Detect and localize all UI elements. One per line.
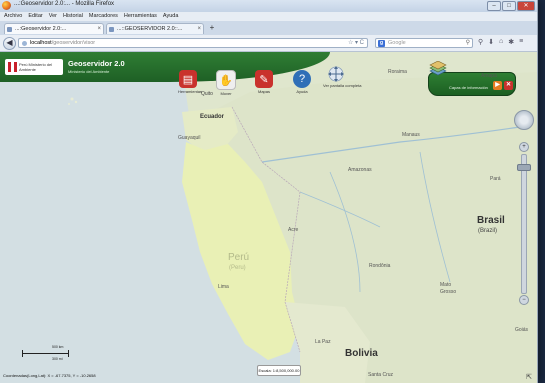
map-label: Amazonas [348, 167, 372, 173]
close-icon[interactable]: ✕ [504, 81, 513, 90]
window-title: ...:Geoservidor 2.0:... - Mozilla Firefo… [14, 1, 115, 7]
map-label: Mato Grosso [440, 282, 457, 295]
play-icon[interactable]: ▶ [493, 81, 502, 90]
scale-top-label: 500 km [52, 345, 64, 349]
tab-bar: ...:Geoservidor 2.0:... × ...::GEOSERVID… [0, 21, 537, 35]
coordinates-readout: Coordenadas(Long,Lat): X = -67.7375, Y =… [3, 373, 96, 378]
title-bar: ...:Geoservidor 2.0:... - Mozilla Firefo… [0, 0, 537, 12]
zoom-slider-handle[interactable] [517, 164, 531, 171]
pan-button[interactable]: ✋ Mover [216, 70, 236, 96]
app-title: Geoservidor 2.0 [68, 59, 125, 68]
fullscreen-button[interactable]: Ver pantalla completa [323, 65, 361, 101]
zoom-control: + − [513, 108, 534, 328]
close-tab-icon[interactable]: × [97, 24, 101, 34]
search-input[interactable]: Google [388, 40, 406, 46]
scale-tick [68, 350, 69, 357]
map-label: Acre [288, 227, 299, 233]
map-label: Rondônia [369, 263, 391, 269]
map-label: Ecuador [200, 114, 225, 120]
home-icon[interactable]: ⌂ [499, 38, 503, 46]
map-label: (Peru) [229, 265, 246, 271]
search-bar[interactable]: g Google ⚲ [375, 38, 473, 48]
url-text: localhost/geoservidor/visor [30, 40, 96, 46]
toolbox-icon: ▤ [179, 70, 197, 88]
map-label: Guayaquil [178, 135, 201, 141]
layers-panel[interactable]: Capas de información ▶ ✕ [428, 61, 516, 96]
map-label: Brasil [477, 215, 505, 226]
layers-stack-icon [429, 61, 447, 76]
pan-control-icon[interactable] [514, 110, 534, 130]
ministry-logo: Perú Ministerio del Ambiente [5, 59, 63, 75]
expand-corner-icon[interactable]: ⇱ [525, 374, 533, 382]
close-tab-icon[interactable]: × [197, 24, 201, 34]
tab-label: ...:Geoservidor 2.0:... [15, 26, 67, 32]
map-label: Santa Cruz [368, 372, 394, 378]
base-map[interactable] [0, 52, 537, 383]
addon-icon[interactable]: ✱ [508, 38, 514, 46]
window-controls: – □ ✕ [487, 1, 535, 11]
map-label: (Brazil) [478, 228, 497, 234]
scale-bottom-label: 300 mi [52, 357, 63, 361]
search-icon[interactable]: ⚲ [466, 39, 470, 48]
logo-text: Perú Ministerio del Ambiente [19, 62, 53, 72]
zoom-in-button[interactable]: + [519, 142, 529, 152]
menu-historial[interactable]: Historial [63, 12, 83, 21]
map-label: La Paz [315, 339, 331, 345]
help-icon: ? [293, 70, 311, 88]
maps-button[interactable]: ✎ Mapas [254, 70, 274, 94]
maps-icon: ✎ [255, 70, 273, 88]
close-button[interactable]: ✕ [517, 1, 535, 11]
map-label: Perú [228, 252, 250, 263]
zoom-out-button[interactable]: − [519, 295, 529, 305]
zoom-slider-track[interactable] [521, 154, 527, 294]
maximize-button[interactable]: □ [502, 1, 516, 11]
download-icon[interactable]: ⬇ [488, 38, 494, 46]
menu-bar: Archivo Editar Ver Historial Marcadores … [0, 12, 537, 21]
help-button[interactable]: ? Ayuda [292, 70, 312, 94]
bookmark-star-icon[interactable]: ☆ ▾ C [348, 39, 364, 48]
scale-tick [22, 350, 23, 357]
scale-bar: 500 km 300 mi [22, 345, 72, 361]
map-label: Goiás [515, 327, 529, 333]
map-label: Quito [201, 91, 213, 97]
search-icon[interactable]: ⚲ [478, 38, 483, 46]
minimize-button[interactable]: – [487, 1, 501, 11]
browser-window: ...:Geoservidor 2.0:... - Mozilla Firefo… [0, 0, 538, 383]
menu-archivo[interactable]: Archivo [4, 12, 22, 21]
map-label: Pará [490, 176, 501, 182]
scale-line [22, 353, 68, 354]
fullscreen-arrows-icon [327, 65, 345, 83]
map-label: Manaus [402, 132, 420, 138]
globe-icon [22, 41, 27, 46]
tab-label: ...::GEOSERVIDOR 2.0::... [117, 26, 183, 32]
menu-icon[interactable]: ≡ [519, 38, 523, 46]
map-viewport[interactable]: Perú Ministerio del Ambiente Geoservidor… [0, 52, 537, 383]
tools-button[interactable]: ▤ Herramientas [178, 70, 202, 94]
map-label: Roraima [388, 69, 407, 75]
map-label: Amapá [481, 73, 497, 79]
back-button[interactable]: ◀ [3, 37, 16, 50]
peru-flag-icon [8, 62, 17, 72]
menu-ver[interactable]: Ver [49, 12, 57, 21]
url-bar[interactable]: localhost/geoservidor/visor ☆ ▾ C [18, 38, 368, 48]
navigation-bar: ◀ localhost/geoservidor/visor ☆ ▾ C g Go… [0, 35, 537, 52]
app-subtitle: Ministerio del Ambiente [68, 69, 110, 74]
map-label: Bolivia [345, 348, 378, 359]
scale-value-box: Escala: 1:8,500,000.00 [257, 365, 301, 376]
firefox-logo-icon [2, 1, 11, 10]
map-label: Lima [218, 284, 229, 290]
google-icon: g [378, 40, 385, 47]
menu-herramientas[interactable]: Herramientas [124, 12, 157, 21]
menu-ayuda[interactable]: Ayuda [163, 12, 179, 21]
menu-marcadores[interactable]: Marcadores [89, 12, 118, 21]
tab-geoservidor-1[interactable]: ...:Geoservidor 2.0:... × [4, 23, 104, 34]
hand-icon: ✋ [216, 70, 236, 90]
page-icon [7, 27, 12, 32]
page-icon [109, 27, 114, 32]
layers-label: Capas de información [449, 85, 488, 90]
nav-toolbar-icons: ⚲ ⬇ ⌂ ✱ ≡ [478, 38, 523, 46]
menu-editar[interactable]: Editar [28, 12, 42, 21]
tab-geoservidor-2[interactable]: ...::GEOSERVIDOR 2.0::... × [106, 23, 204, 34]
new-tab-button[interactable]: + [207, 24, 217, 33]
